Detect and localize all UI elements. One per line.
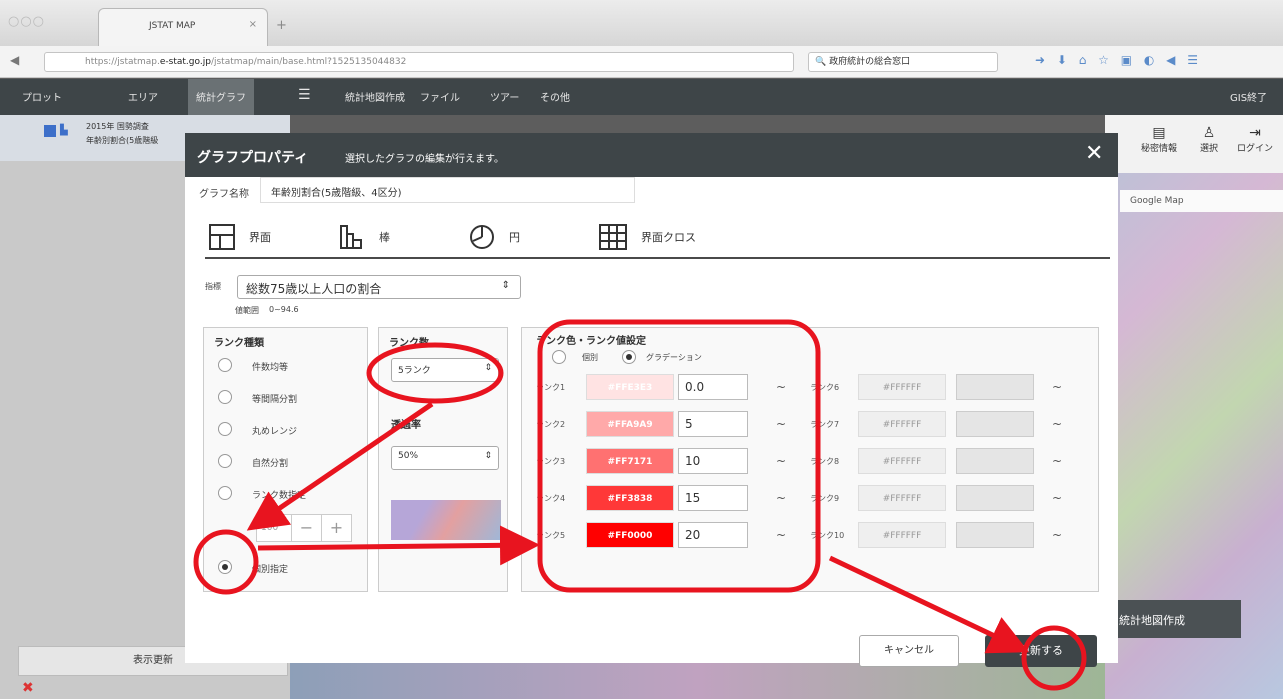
annotation-arrow-2 <box>257 525 540 566</box>
annotation-arrow-3 <box>828 555 1030 654</box>
annotation-update <box>1021 625 1087 691</box>
annotation-rank-values <box>537 319 821 593</box>
annotation-layer <box>193 319 1087 691</box>
annotation-arrow-1 <box>246 401 434 531</box>
annotation-rank-count <box>366 342 504 404</box>
annotation-individual <box>193 529 259 595</box>
